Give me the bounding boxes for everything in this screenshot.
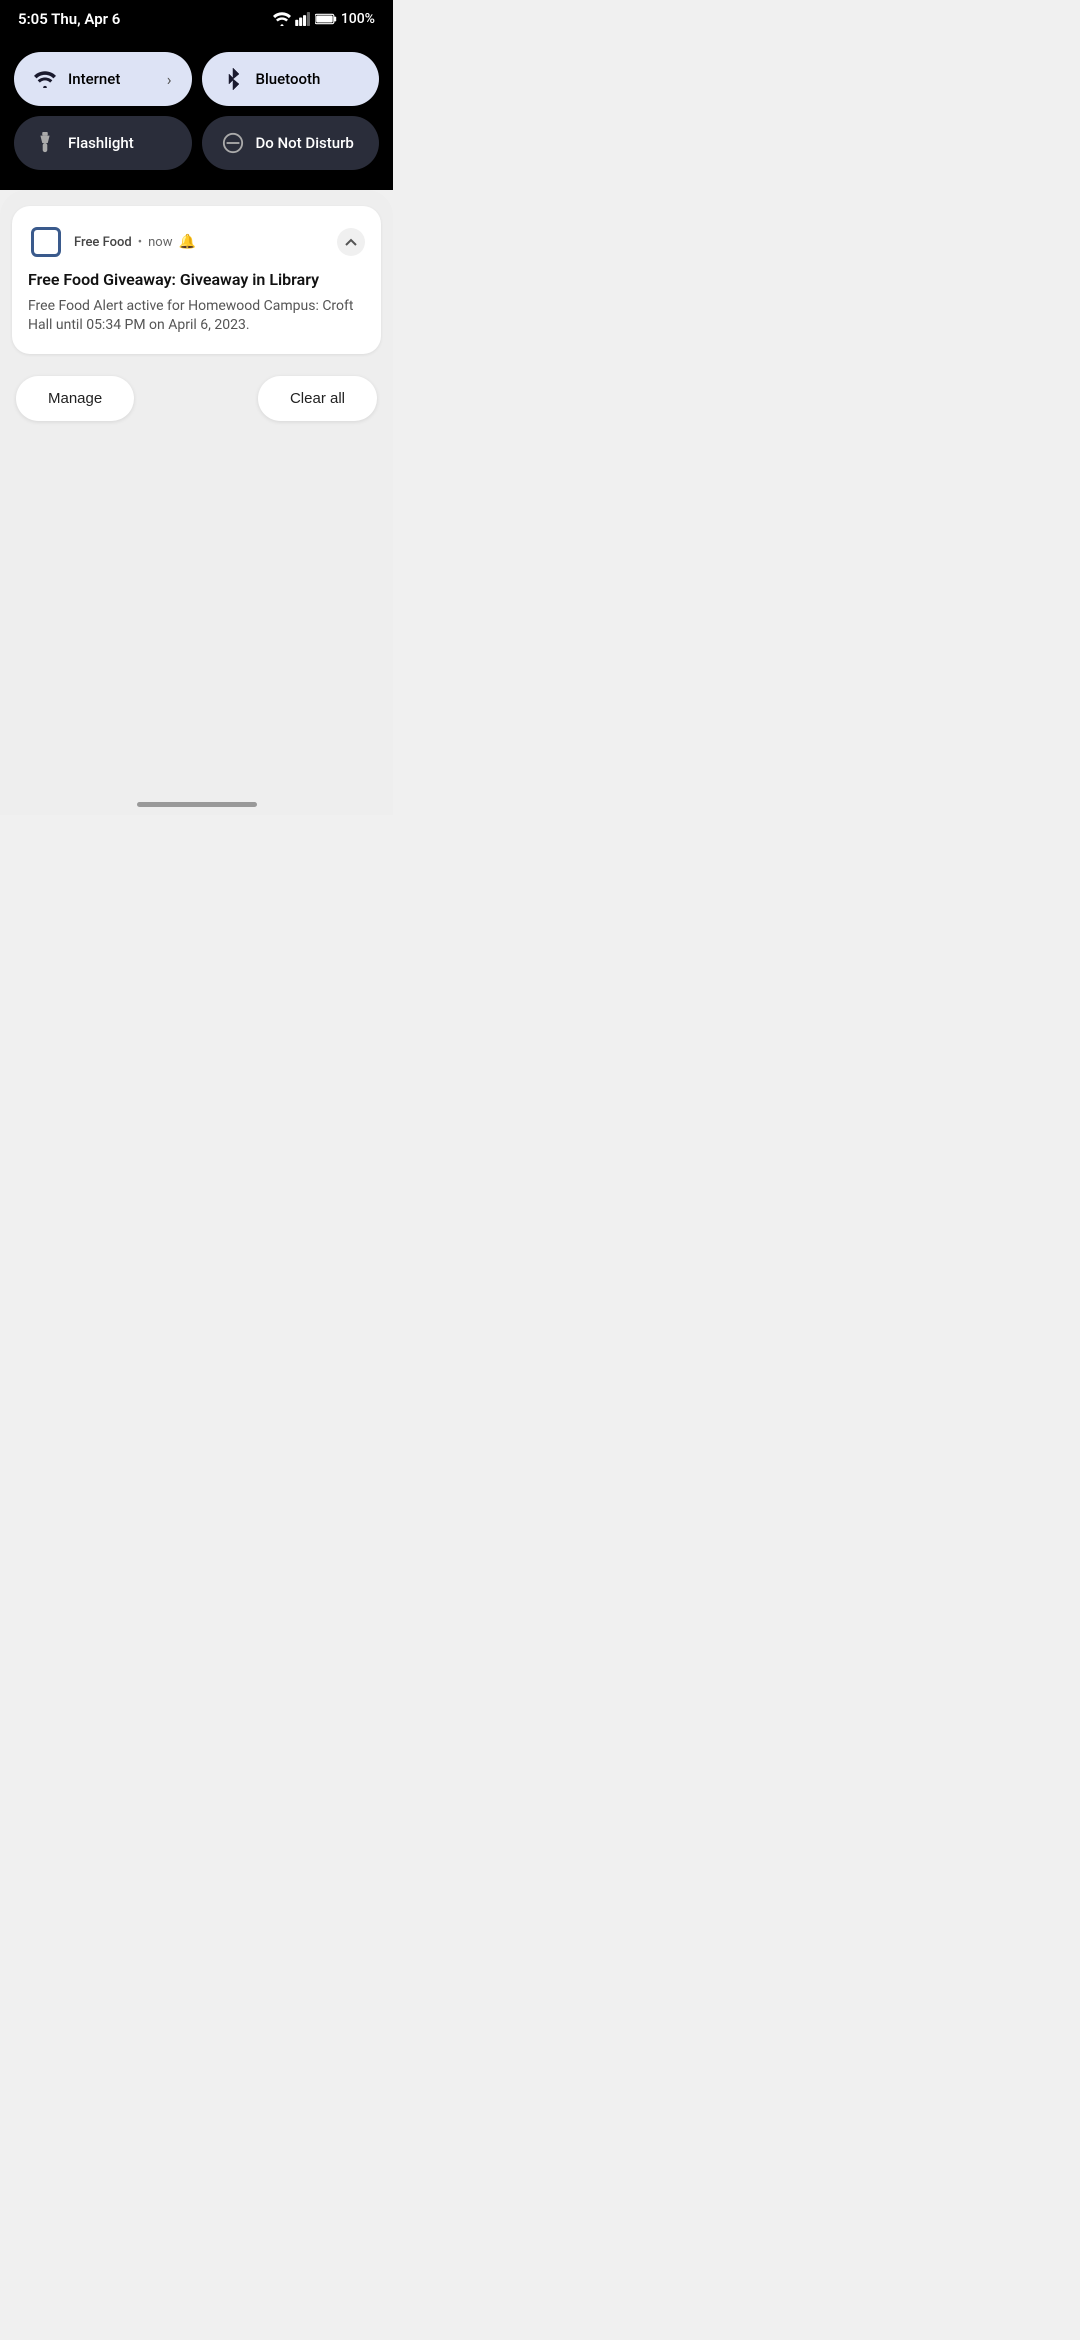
notification-card-free-food: Free Food • now 🔔 Free Food Giveaway: Gi… — [12, 206, 381, 354]
qs-tile-flashlight[interactable]: Flashlight — [14, 116, 192, 170]
home-bar — [137, 802, 257, 807]
home-indicator-area — [0, 790, 393, 815]
manage-button[interactable]: Manage — [16, 376, 134, 421]
internet-label: Internet — [68, 70, 155, 88]
flashlight-icon — [34, 132, 56, 154]
notification-time: now — [148, 235, 172, 250]
bluetooth-icon — [222, 68, 244, 90]
status-icons: 100% — [273, 11, 375, 27]
notification-area: Free Food • now 🔔 Free Food Giveaway: Gi… — [0, 190, 393, 790]
notification-app-name: Free Food — [74, 235, 132, 250]
internet-arrow-icon: › — [167, 70, 172, 89]
wifi-icon — [34, 68, 56, 90]
app-icon-inner — [31, 227, 61, 257]
wifi-status-icon — [273, 12, 291, 26]
battery-percent: 100% — [341, 11, 375, 27]
notification-title: Free Food Giveaway: Giveaway in Library — [28, 270, 365, 291]
bluetooth-label: Bluetooth — [256, 70, 360, 88]
notification-header: Free Food • now 🔔 — [28, 224, 365, 260]
status-time: 5:05 Thu, Apr 6 — [18, 10, 120, 28]
app-icon-free-food — [28, 224, 64, 260]
clear-all-button[interactable]: Clear all — [258, 376, 377, 421]
quick-settings-panel: Internet › Bluetooth Flashlight — [0, 36, 393, 190]
battery-status-icon — [315, 13, 337, 25]
qs-tile-dnd[interactable]: Do Not Disturb — [202, 116, 380, 170]
dnd-label: Do Not Disturb — [256, 134, 360, 152]
dnd-icon — [222, 132, 244, 154]
notification-meta: Free Food • now 🔔 — [74, 234, 327, 250]
flashlight-label: Flashlight — [68, 134, 172, 152]
bell-icon: 🔔 — [179, 234, 196, 250]
notification-actions: Manage Clear all — [12, 366, 381, 421]
status-bar: 5:05 Thu, Apr 6 100% — [0, 0, 393, 36]
notification-body: Free Food Alert active for Homewood Camp… — [28, 297, 365, 336]
qs-tile-internet[interactable]: Internet › — [14, 52, 192, 106]
notification-collapse-button[interactable] — [337, 228, 365, 256]
signal-status-icon — [295, 12, 311, 26]
qs-tile-bluetooth[interactable]: Bluetooth — [202, 52, 380, 106]
notification-dot: • — [138, 235, 142, 250]
